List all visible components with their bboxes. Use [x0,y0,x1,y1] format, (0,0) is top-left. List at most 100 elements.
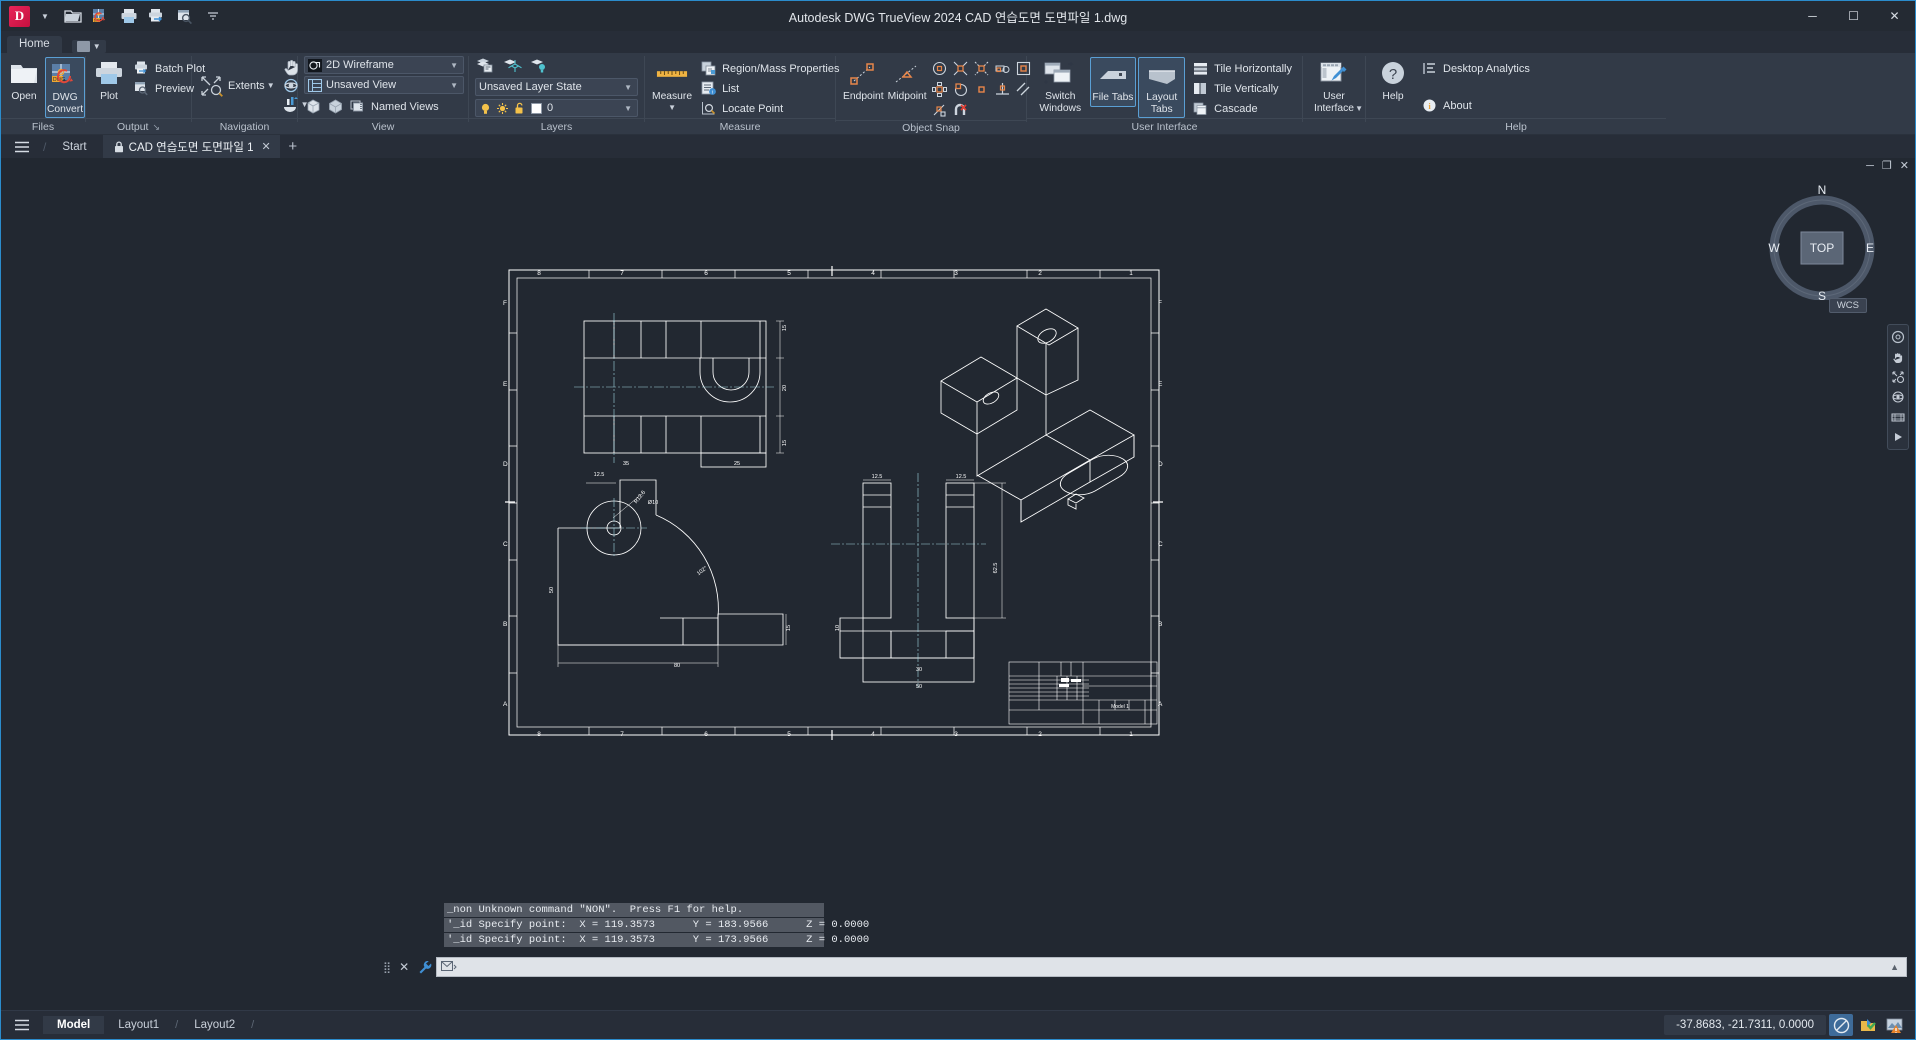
none-snap-icon[interactable] [951,100,971,120]
doc-minimize-button[interactable]: ─ [1866,160,1874,172]
printer-icon[interactable] [116,4,142,28]
layer-combo[interactable]: 0 ▼ [475,99,638,117]
orbit-icon[interactable] [1890,389,1906,405]
desktop-analytics-button[interactable]: Desktop Analytics [1418,59,1534,78]
batch-print-icon[interactable] [144,4,170,28]
snap-icon-grid [930,57,1034,120]
ribbon-overflow-toggle[interactable]: ▼ [71,40,106,53]
coordinates-display[interactable]: -37.8683, -21.7311, 0.0000 [1664,1015,1826,1035]
extents-label[interactable]: Extents [228,80,265,92]
node-snap-icon[interactable] [930,79,950,99]
chevron-down-icon[interactable]: ▼ [668,103,676,112]
tab-start[interactable]: Start [46,135,102,158]
layer-properties-icon[interactable] [475,57,495,74]
midpoint-snap-button[interactable]: Midpoint [887,57,928,105]
pan-icon[interactable] [1890,349,1906,365]
desktop-analytics-label: Desktop Analytics [1443,62,1530,75]
tab-close-icon[interactable]: ✕ [262,140,271,153]
wrench-icon[interactable] [414,960,436,974]
close-button[interactable]: ✕ [1874,1,1915,31]
zoom-extents-icon[interactable] [198,73,226,99]
svg-text:15: 15 [786,625,792,631]
drag-grip-icon[interactable]: ⣿ [379,961,394,974]
view-combo[interactable]: Unsaved View ▼ [304,76,464,94]
dwg-convert-button[interactable]: DWG DWG Convert [45,57,86,118]
chevron-down-icon[interactable]: ▼ [267,81,275,90]
sphere-icon[interactable] [326,98,345,115]
center-snap-icon[interactable] [930,58,950,78]
help-button[interactable]: ? Help [1372,57,1414,105]
close-icon[interactable]: ✕ [394,960,414,974]
dialog-launcher-icon[interactable]: ↘ [152,122,160,133]
graphics-warning-icon[interactable] [1883,1014,1907,1036]
about-button[interactable]: i About [1418,96,1534,115]
file-tab-bar: / Start CAD 연습도면 도면파일 1 ✕ + [1,135,1915,158]
wcs-selector[interactable]: WCS [1828,298,1867,313]
tile-horizontally-button[interactable]: Tile Horizontally [1189,59,1296,78]
quadrant-snap-icon[interactable] [951,79,971,99]
no-selection-icon[interactable] [1829,1014,1853,1036]
endpoint-snap-button[interactable]: Endpoint [842,57,885,105]
dwg-convert-icon[interactable]: DWG [88,4,114,28]
file-tabs-button[interactable]: File Tabs [1089,57,1137,107]
play-icon[interactable] [1890,429,1906,445]
open-button[interactable]: Open [7,57,41,105]
list-button[interactable]: i List [697,79,843,98]
nearest-snap-icon[interactable] [972,79,992,99]
region-mass-properties-button[interactable]: Region/Mass Properties [697,59,843,78]
layout-tab-layout2[interactable]: Layout2 [180,1016,249,1034]
new-tab-button[interactable]: + [280,135,306,158]
view-cube[interactable]: TOP N E S W [1767,180,1877,300]
minimize-button[interactable]: ─ [1792,1,1833,31]
layer-freeze-icon[interactable] [502,57,522,74]
folder-open-icon[interactable] [60,4,86,28]
layout-tab-layout1[interactable]: Layout1 [104,1016,173,1034]
doc-restore-button[interactable]: ❐ [1882,160,1892,172]
cascade-button[interactable]: Cascade [1189,99,1296,118]
layer-on-bulb-icon[interactable] [479,102,492,115]
doc-close-button[interactable]: ✕ [1900,160,1909,172]
steering-wheel-icon[interactable] [1890,329,1906,345]
named-views-button[interactable]: Named Views [348,97,441,116]
command-input-wrapper[interactable]: ▲ [436,957,1907,977]
box-icon[interactable] [304,98,323,115]
zoom-icon[interactable] [1890,369,1906,385]
layer-off-icon[interactable] [529,57,549,74]
visual-style-combo[interactable]: 2D Wireframe ▼ [304,56,464,74]
measure-button[interactable]: Measure ▼ [651,57,693,114]
layer-color-swatch[interactable] [530,102,543,115]
viewcube-west-label: W [1768,241,1780,255]
tile-vertically-button[interactable]: Tile Vertically [1189,79,1296,98]
maximize-button[interactable]: ☐ [1833,1,1874,31]
command-input[interactable] [461,961,1887,973]
extension-snap-icon[interactable] [993,58,1013,78]
layer-thaw-sun-icon[interactable] [496,102,509,115]
switch-windows-button[interactable]: Switch Windows [1033,57,1088,116]
status-bar-right: -37.8683, -21.7311, 0.0000 [1664,1014,1915,1036]
svg-text:A: A [1158,701,1163,708]
status-menu-button[interactable] [1,1018,43,1032]
drawing-canvas[interactable]: ─ ❐ ✕ 8 7 6 5 4 3 2 1 8 7 6 5 4 3 2 1 F … [1,158,1915,1010]
layer-state-combo[interactable]: Unsaved Layer State ▼ [475,78,638,96]
user-interface-button[interactable]: User Interface ▼ [1309,57,1363,116]
intersection-snap-icon[interactable] [951,58,971,78]
app-menu-dropdown[interactable]: ▼ [32,4,58,28]
panel-label-view: View [298,118,468,135]
chevron-down-icon[interactable]: ▼ [1355,104,1363,113]
plot-button[interactable]: Plot [92,57,126,105]
locate-point-button[interactable]: Locate Point [697,99,843,118]
tab-document-1[interactable]: CAD 연습도면 도면파일 1 ✕ [102,135,280,158]
tangent-snap-icon[interactable] [930,100,950,120]
layout-tab-model[interactable]: Model [43,1016,105,1034]
qat-overflow-icon[interactable] [200,4,226,28]
scroll-up-icon[interactable]: ▲ [1890,962,1902,972]
tab-home[interactable]: Home [7,36,62,53]
layer-unlock-icon[interactable] [513,102,526,115]
perpendicular-snap-icon[interactable] [993,79,1013,99]
isolate-objects-icon[interactable] [1856,1014,1880,1036]
layout-tabs-button[interactable]: Layout Tabs [1138,57,1186,118]
apparent-intersection-snap-icon[interactable] [972,58,992,78]
showmotion-icon[interactable] [1890,409,1906,425]
file-tabs-menu-button[interactable] [1,135,43,158]
print-preview-icon[interactable] [172,4,198,28]
